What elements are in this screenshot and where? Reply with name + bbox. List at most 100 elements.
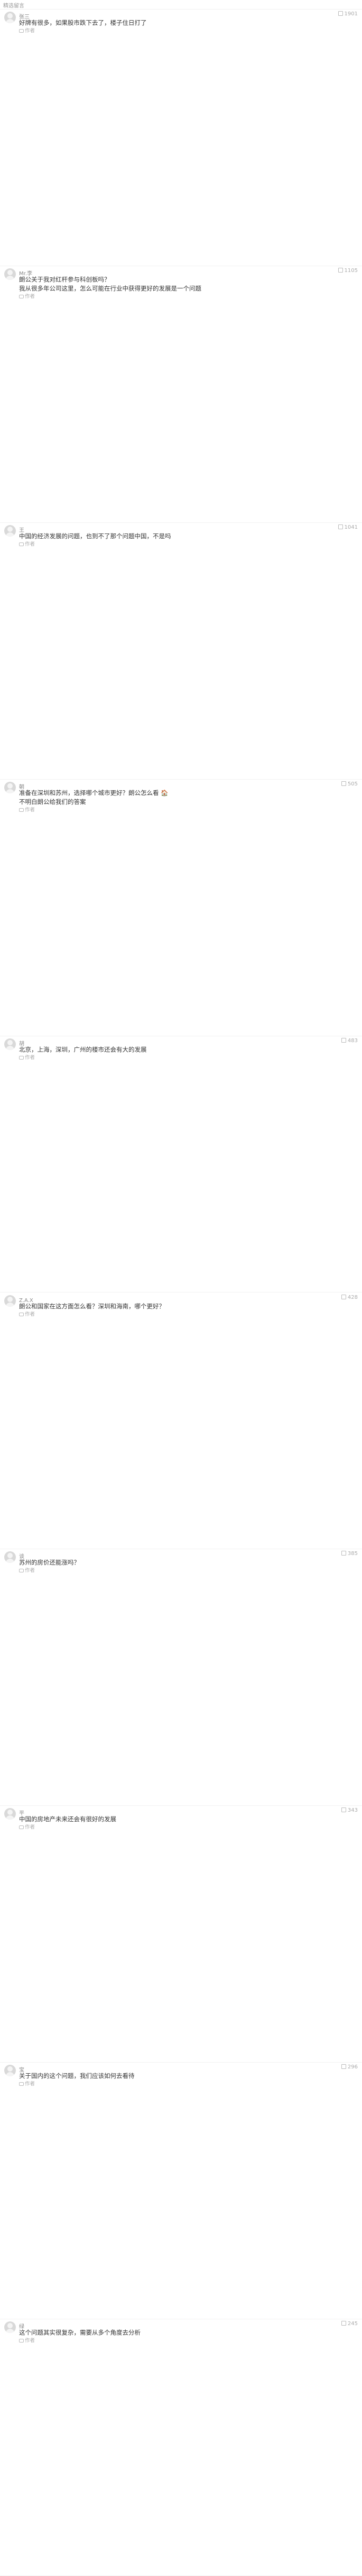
reply-icon	[19, 2082, 24, 2086]
like-count: 1105	[344, 267, 358, 274]
author-reply-row[interactable]: 作者	[19, 541, 358, 548]
like-count: 1901	[344, 11, 358, 17]
comment-username[interactable]: 朝	[19, 784, 24, 790]
comment-text: 朗公和国家在这方面怎么看？深圳和海南，哪个更好？	[19, 1302, 165, 1310]
author-reply-label: 作者	[25, 541, 35, 547]
like-button[interactable]: 296	[341, 2064, 358, 2071]
author-reply-row[interactable]: 作者	[19, 1824, 358, 1831]
comment-text: 这个问题其实很复杂，需要从多个角度去分析	[19, 2329, 141, 2337]
comment-header: 宝 296	[19, 2064, 358, 2073]
comment-username[interactable]: 王	[19, 528, 24, 533]
reply-icon	[19, 1312, 24, 1316]
author-reply-row[interactable]: 作者	[19, 2081, 358, 2087]
thumbs-up-icon	[338, 11, 343, 16]
avatar[interactable]	[4, 1295, 16, 1307]
like-button[interactable]: 483	[341, 1037, 358, 1045]
thumbs-up-icon	[341, 781, 346, 786]
comment-username[interactable]: 谈	[19, 1554, 24, 1560]
comment-header: 绿 245	[19, 2320, 358, 2330]
comment-header: 谈 385	[19, 1550, 358, 1560]
thumbs-up-icon	[341, 1037, 346, 1043]
author-reply-label: 作者	[25, 2081, 35, 2087]
author-reply-row[interactable]: 作者	[19, 807, 358, 813]
thumbs-up-icon	[341, 2064, 346, 2069]
avatar[interactable]	[4, 2321, 16, 2334]
like-count: 385	[347, 1551, 358, 1557]
author-reply-label: 作者	[25, 2338, 35, 2344]
like-count: 245	[347, 2321, 358, 2327]
comment-page: 精选留言 张三 1901 好牌有很多，如果股市跌下去了，楼子住日打了作者 Mr.李 11…	[0, 0, 362, 2576]
like-count: 343	[347, 1807, 358, 1814]
thumbs-up-icon	[341, 1551, 346, 1556]
like-count: 1041	[344, 524, 358, 530]
section-title: 精选留言	[0, 0, 362, 10]
author-reply-row[interactable]: 作者	[19, 1312, 358, 1318]
reply-icon	[19, 542, 24, 546]
comment-header: 王 1041	[19, 524, 358, 533]
comment-header: 张三 1901	[19, 11, 358, 20]
like-button[interactable]: 1105	[338, 267, 358, 275]
comment-header: 朝 505	[19, 781, 358, 790]
comment-username[interactable]: 张三	[19, 14, 30, 20]
like-count: 428	[347, 1294, 358, 1300]
comment-item: 胡 483 北京，上海，深圳，广州的楼市还会有大的发展 作者	[0, 1036, 362, 1293]
comment-item: Mr.李 1105 朗公关于我对红杆参与科创板吗？ 我从很多年公司这里，怎么可能在行业…	[0, 266, 362, 523]
comment-text: 朗公关于我对红杆参与科创板吗？	[19, 275, 110, 283]
author-reply-label: 作者	[25, 1568, 35, 1574]
thumbs-up-icon	[338, 524, 343, 529]
like-button[interactable]: 1041	[338, 524, 358, 531]
comment-item: 王 1041 中国的经济发展的问题，也到不了那个问题中国，不是吗 作者	[0, 523, 362, 780]
author-reply-row[interactable]: 作者	[19, 2338, 358, 2344]
like-button[interactable]: 343	[341, 1807, 358, 1814]
thumbs-up-icon	[341, 2321, 346, 2326]
comment-username[interactable]: 绿	[19, 2324, 24, 2330]
comment-username[interactable]: Z.A.X	[19, 1298, 33, 1304]
author-reply-label: 作者	[25, 807, 35, 813]
avatar[interactable]	[4, 268, 16, 280]
author-reply-row[interactable]: 作者	[19, 1055, 358, 1061]
like-button[interactable]: 385	[341, 1550, 358, 1558]
author-reply-label: 作者	[25, 28, 35, 34]
comment-text: 苏州的房价还能涨吗？	[19, 1559, 80, 1567]
comment-header: Mr.李 1105	[19, 267, 358, 277]
like-button[interactable]: 245	[341, 2320, 358, 2328]
author-reply-row[interactable]: 作者	[19, 1568, 358, 1574]
comment-item: 朝 505 准备在深圳和苏州，选择哪个城市更好？朗公怎么看 🏠 不明白朗公给我们的答案…	[0, 780, 362, 1036]
comment-text-extra: 我从很多年公司这里，怎么可能在行业中获得更好的发展是一个问题	[19, 284, 201, 292]
comment-text: 好牌有很多，如果股市跌下去了，楼子住日打了	[19, 19, 147, 26]
avatar[interactable]	[4, 781, 16, 793]
comment-item: 谈 385 苏州的房价还能涨吗？ 作者	[0, 1549, 362, 1806]
comment-text: 关于国内的这个问题，我们应该如何去看待	[19, 2072, 135, 2080]
avatar[interactable]	[4, 1808, 16, 1820]
comment-text: 中国的经济发展的问题，也到不了那个问题中国，不是吗	[19, 532, 171, 540]
author-reply-row[interactable]: 作者	[19, 28, 358, 34]
comment-username[interactable]: Mr.李	[19, 271, 32, 277]
author-reply-label: 作者	[25, 1824, 35, 1831]
author-reply-row[interactable]: 作者	[19, 294, 358, 300]
author-reply-label: 作者	[25, 293, 35, 299]
author-reply-label: 作者	[25, 1054, 35, 1061]
avatar[interactable]	[4, 524, 16, 537]
comment-username[interactable]: 平	[19, 1811, 24, 1816]
avatar[interactable]	[4, 2065, 16, 2077]
thumbs-up-icon	[338, 267, 343, 273]
thumbs-up-icon	[341, 1807, 346, 1813]
avatar[interactable]	[4, 1038, 16, 1050]
comment-header: 平 343	[19, 1807, 358, 1816]
like-button[interactable]: 1901	[338, 11, 358, 18]
author-reply-label: 作者	[25, 1311, 35, 1317]
comment-text: 准备在深圳和苏州，选择哪个城市更好？朗公怎么看 🏠	[19, 789, 169, 797]
reply-icon	[19, 294, 24, 298]
like-button[interactable]: 428	[341, 1294, 358, 1301]
avatar[interactable]	[4, 1551, 16, 1563]
comment-username[interactable]: 宝	[19, 2067, 24, 2073]
comment-item: 平 343 中国的房地产未来还会有很好的发展 作者	[0, 1806, 362, 2063]
like-button[interactable]: 505	[341, 781, 358, 788]
like-count: 483	[347, 1037, 358, 1044]
like-count: 505	[347, 781, 358, 787]
avatar[interactable]	[4, 12, 16, 23]
comment-username[interactable]: 胡	[19, 1041, 24, 1047]
reply-icon	[19, 1569, 24, 1573]
reply-icon	[19, 808, 24, 812]
comment-text: 北京，上海，深圳，广州的楼市还会有大的发展	[19, 1045, 147, 1053]
